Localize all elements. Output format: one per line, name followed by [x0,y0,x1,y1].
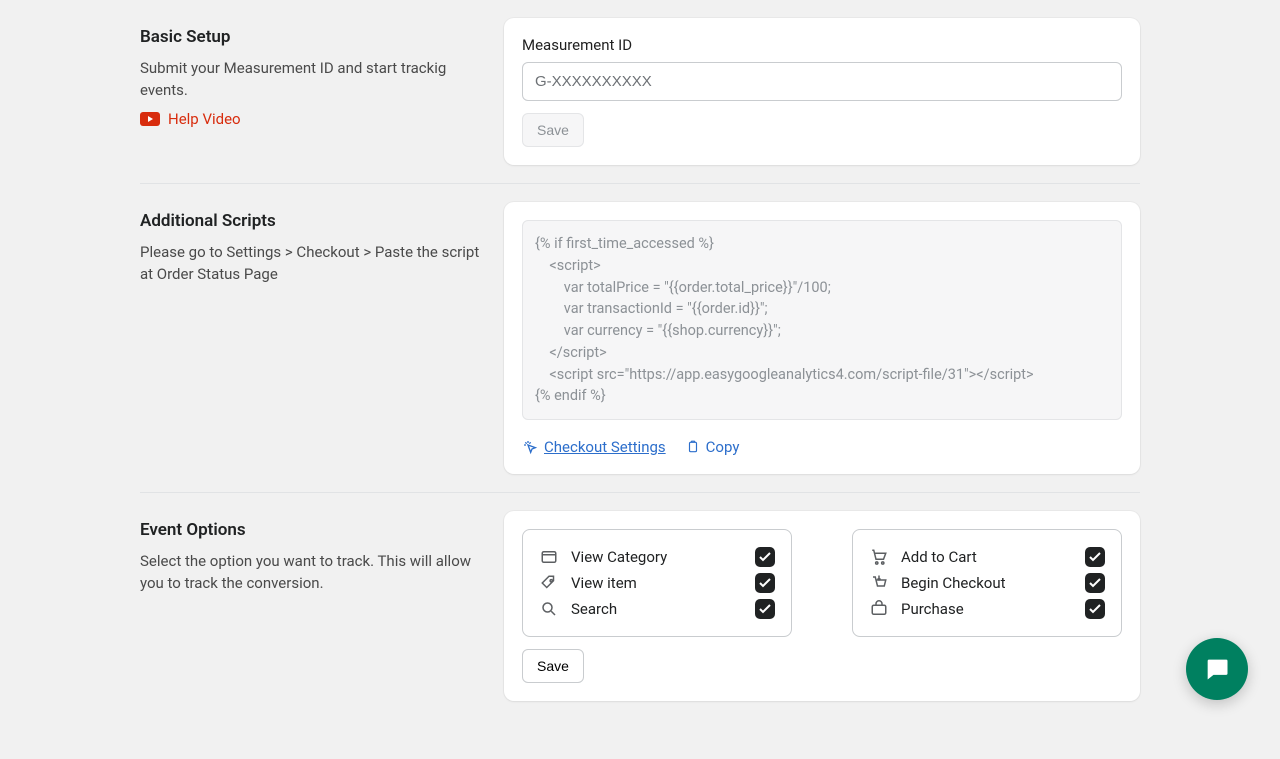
clipboard-icon [686,439,700,455]
measurement-card: Measurement ID Save [504,18,1140,165]
checkbox[interactable] [755,573,775,593]
events-title: Event Options [140,519,480,541]
cart-icon [869,547,889,567]
cursor-click-icon [522,439,538,455]
events-save-button[interactable]: Save [522,649,584,683]
event-add-to-cart: Add to Cart [869,544,1105,570]
basic-save-button[interactable]: Save [522,113,584,147]
code-line: {% if first_time_accessed %} [535,233,1109,255]
chat-fab[interactable] [1186,638,1248,700]
tag-icon [539,573,559,593]
code-line: </script> [535,342,1109,364]
code-line: var transactionId = "{{order.id}}"; [535,298,1109,320]
basic-desc: Submit your Measurement ID and start tra… [140,58,480,102]
scripts-title: Additional Scripts [140,210,480,232]
event-view-item: View item [539,570,775,596]
event-card-left: View Category View item [522,529,792,637]
code-line: var currency = "{{shop.currency}}"; [535,320,1109,342]
code-line: var totalPrice = "{{order.total_price}}"… [535,277,1109,299]
checkbox[interactable] [1085,599,1105,619]
checkbox[interactable] [755,599,775,619]
code-line: {% endif %} [535,385,1109,407]
search-icon [539,599,559,619]
checkbox[interactable] [1085,573,1105,593]
category-icon [539,547,559,567]
code-line: <script> [535,255,1109,277]
section-event-options: Event Options Select the option you want… [140,492,1140,719]
event-view-category: View Category [539,544,775,570]
event-begin-checkout: Begin Checkout [869,570,1105,596]
help-video-link[interactable]: Help Video [140,110,241,128]
event-search: Search [539,596,775,622]
event-purchase: Purchase [869,596,1105,622]
checkbox[interactable] [755,547,775,567]
section-basic-setup: Basic Setup Submit your Measurement ID a… [140,0,1140,183]
event-card-right: Add to Cart Begin Checkout [852,529,1122,637]
code-line: <script src="https://app.easygoogleanaly… [535,364,1109,386]
measurement-id-input[interactable] [522,62,1122,101]
checkout-settings-link[interactable]: Checkout Settings [522,438,666,456]
checkbox[interactable] [1085,547,1105,567]
basic-title: Basic Setup [140,26,480,48]
section-additional-scripts: Additional Scripts Please go to Settings… [140,183,1140,492]
events-card: View Category View item [504,511,1140,701]
chat-icon [1203,655,1231,683]
checkout-icon [869,573,889,593]
events-desc: Select the option you want to track. Thi… [140,551,480,595]
scripts-desc: Please go to Settings > Checkout > Paste… [140,242,480,286]
script-code-box: {% if first_time_accessed %} <script> va… [522,220,1122,420]
copy-link[interactable]: Copy [686,438,740,456]
youtube-icon [140,112,160,126]
scripts-card: {% if first_time_accessed %} <script> va… [504,202,1140,474]
measurement-label: Measurement ID [522,36,1122,54]
purchase-icon [869,599,889,619]
